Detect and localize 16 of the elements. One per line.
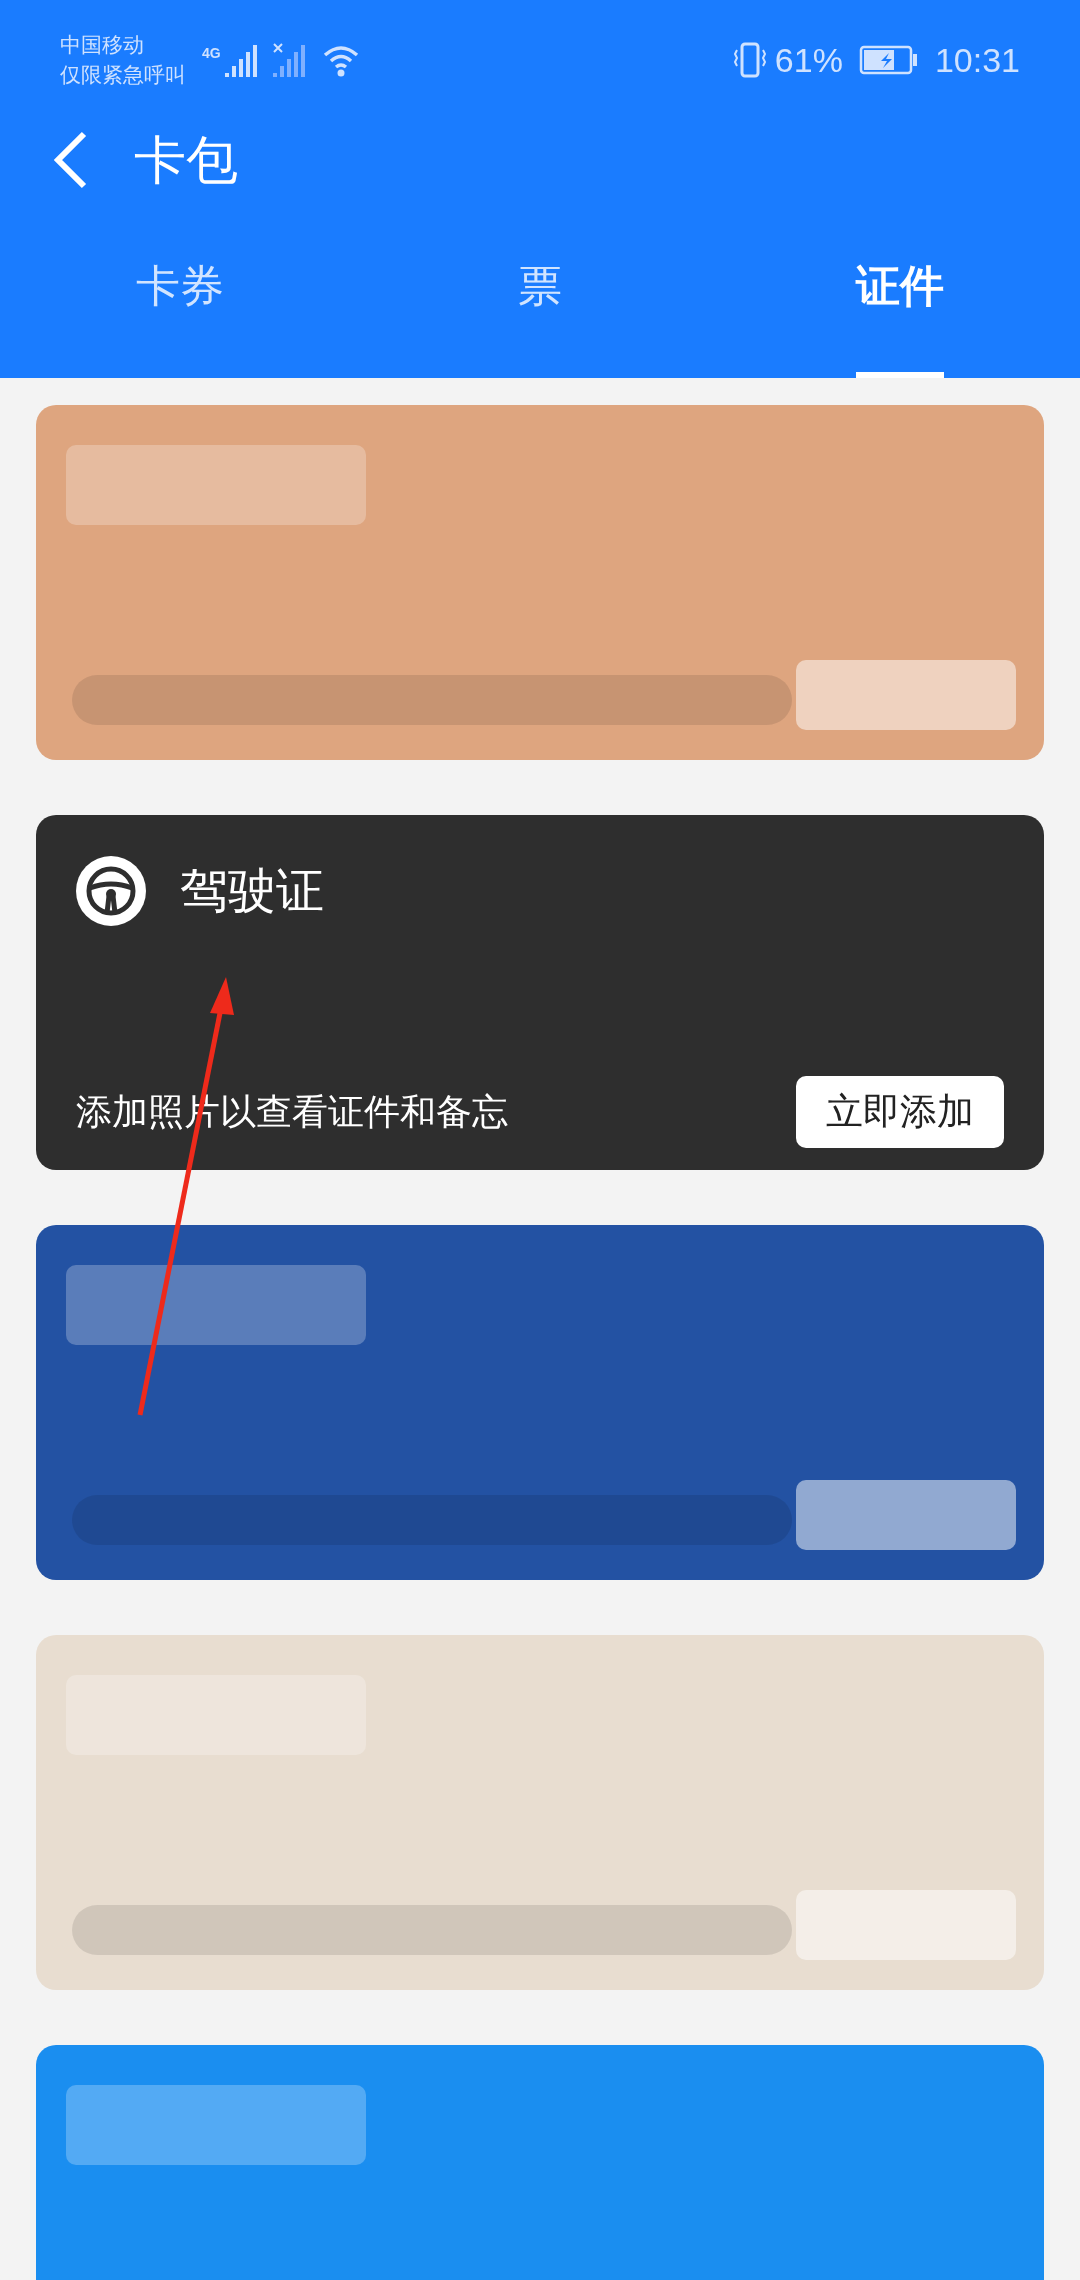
- blurred-card[interactable]: [36, 1225, 1044, 1580]
- battery-percent: 61%: [774, 39, 843, 81]
- carrier-name: 中国移动: [60, 32, 145, 58]
- carrier-status: 仅限紧急呼叫: [60, 62, 186, 88]
- card-title: 驾驶证: [180, 863, 324, 919]
- vibrate-icon: [732, 42, 767, 78]
- blurred-card[interactable]: [36, 405, 1044, 760]
- tab[interactable]: 证件: [856, 200, 944, 378]
- page-title: 卡包: [134, 130, 238, 191]
- steering-wheel-icon: [76, 856, 146, 926]
- add-now-button[interactable]: 立即添加: [796, 1076, 1004, 1148]
- clock-time: 10:31: [934, 39, 1020, 81]
- tab[interactable]: 卡券: [136, 200, 224, 378]
- battery-charging-icon: [858, 45, 919, 75]
- tab[interactable]: 票: [518, 200, 562, 378]
- network-type: 4G: [202, 44, 221, 63]
